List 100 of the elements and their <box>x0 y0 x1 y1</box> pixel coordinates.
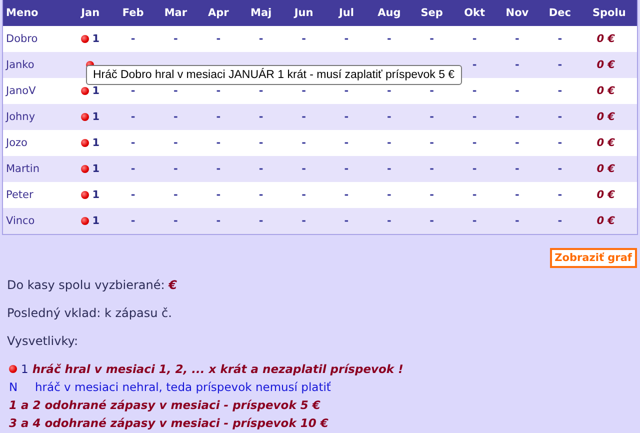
table-cell: - <box>302 189 306 201</box>
collected-label: Do kasy spolu vyzbierané: <box>7 278 165 292</box>
table-cell: - <box>558 111 562 123</box>
column-header: Maj <box>250 7 272 19</box>
table-cell: - <box>302 137 306 149</box>
table-cell: 1 <box>92 137 100 149</box>
table-cell: - <box>515 111 520 123</box>
player-name: Martin <box>5 163 40 175</box>
table-cell: - <box>558 85 562 97</box>
table-cell: 1 <box>92 215 100 227</box>
table-cell: - <box>430 111 434 123</box>
column-header: Spolu <box>592 7 626 19</box>
table-cell: 1 <box>92 111 100 123</box>
table-cell: - <box>386 215 392 227</box>
table-cell: - <box>130 137 136 149</box>
table-cell: - <box>174 33 178 45</box>
table-cell: - <box>558 189 562 201</box>
table-cell: - <box>558 33 562 45</box>
table-cell: 1 <box>92 33 100 45</box>
table-cell: - <box>216 189 221 201</box>
player-name: Vinco <box>5 215 35 227</box>
total-cell-text: 0 € <box>596 215 616 227</box>
table-cell: - <box>430 189 434 201</box>
table-cell: - <box>515 163 520 175</box>
table-cell: - <box>216 163 221 175</box>
table-cell: - <box>258 33 264 45</box>
table-cell: - <box>130 33 136 45</box>
column-header: Meno <box>5 7 38 19</box>
table-cell: - <box>386 189 392 201</box>
table-cell: - <box>216 111 221 123</box>
table-cell: - <box>258 137 264 149</box>
total-cell-text: 0 € <box>596 163 616 175</box>
show-graph-button[interactable]: Zobraziť graf <box>550 248 637 268</box>
table-cell: - <box>558 163 562 175</box>
table-cell: - <box>344 33 349 45</box>
table-cell: - <box>130 189 136 201</box>
table-cell: - <box>515 137 520 149</box>
table-cell: - <box>430 163 434 175</box>
player-name: Dobro <box>5 33 38 45</box>
table-cell: 1 <box>92 163 100 175</box>
table-cell: - <box>174 137 178 149</box>
legend-symbol: N <box>9 380 19 394</box>
table-cell: - <box>558 59 562 71</box>
table-cell: - <box>344 189 349 201</box>
table-cell: - <box>130 111 136 123</box>
tooltip: Hráč Dobro hral v mesiaci JANUÁR 1 krát - musí zaplatiť príspevok 5 € <box>86 65 462 85</box>
table-cell: - <box>472 189 477 201</box>
table-cell: - <box>558 137 562 149</box>
table-cell: - <box>515 85 520 97</box>
table-cell: - <box>515 59 520 71</box>
column-header: Okt <box>464 7 485 19</box>
table-cell: - <box>344 111 349 123</box>
legend-text: hráč hral v mesiaci 1, 2, ... x krát a nezaplatil príspevok ! <box>32 362 404 376</box>
table-cell: - <box>472 137 477 149</box>
table-cell: 1 <box>92 85 100 97</box>
table-cell: - <box>216 33 221 45</box>
legend-text: 3 a 4 odohrané zápasy v mesiaci - príspevok 10 € <box>9 416 328 430</box>
column-header: Dec <box>548 7 571 19</box>
legend-title: Vysvetlivky: <box>7 334 79 348</box>
table-cell: - <box>174 111 178 123</box>
column-header: Mar <box>164 7 188 19</box>
column-header: Feb <box>122 7 144 19</box>
table-cell: - <box>258 163 264 175</box>
table-cell: - <box>515 215 520 227</box>
table-cell: - <box>558 215 562 227</box>
table-cell: - <box>130 215 136 227</box>
table-cell: - <box>430 85 434 97</box>
total-cell-text: 0 € <box>596 85 616 97</box>
table-cell: - <box>258 215 264 227</box>
column-header: Jan <box>81 7 100 19</box>
table-cell: - <box>386 33 392 45</box>
table-cell: - <box>174 215 178 227</box>
column-header: Sep <box>420 7 443 19</box>
total-cell-text: 0 € <box>596 59 616 71</box>
table-cell: - <box>302 85 306 97</box>
table-cell: 1 <box>92 189 100 201</box>
total-cell-text: 0 € <box>596 189 616 201</box>
table-cell: - <box>472 33 477 45</box>
total-cell-text: 0 € <box>596 137 616 149</box>
table-cell: - <box>344 215 349 227</box>
last-deposit-text: Posledný vklad: k zápasu č. <box>7 306 173 320</box>
player-name: JanoV <box>4 85 36 97</box>
table-cell: - <box>386 85 392 97</box>
table-cell: - <box>302 111 306 123</box>
table-cell: - <box>472 163 477 175</box>
table-cell: - <box>472 85 477 97</box>
table-cell: - <box>386 111 392 123</box>
table-cell: - <box>515 189 520 201</box>
legend-text: 1 a 2 odohrané zápasy v mesiaci - príspevok 5 € <box>9 398 320 412</box>
table-cell: - <box>258 111 264 123</box>
table-cell: - <box>430 137 434 149</box>
table-cell: - <box>258 85 264 97</box>
table-cell: - <box>302 163 306 175</box>
table-cell: - <box>174 85 178 97</box>
legend-text: hráč v mesiaci nehral, teda príspevok nemusí platiť <box>35 380 331 394</box>
table-cell: - <box>472 111 477 123</box>
collected-amount: € <box>168 278 177 292</box>
table-cell: - <box>302 33 306 45</box>
player-name: Jozo <box>4 137 28 149</box>
table-cell: - <box>216 215 221 227</box>
